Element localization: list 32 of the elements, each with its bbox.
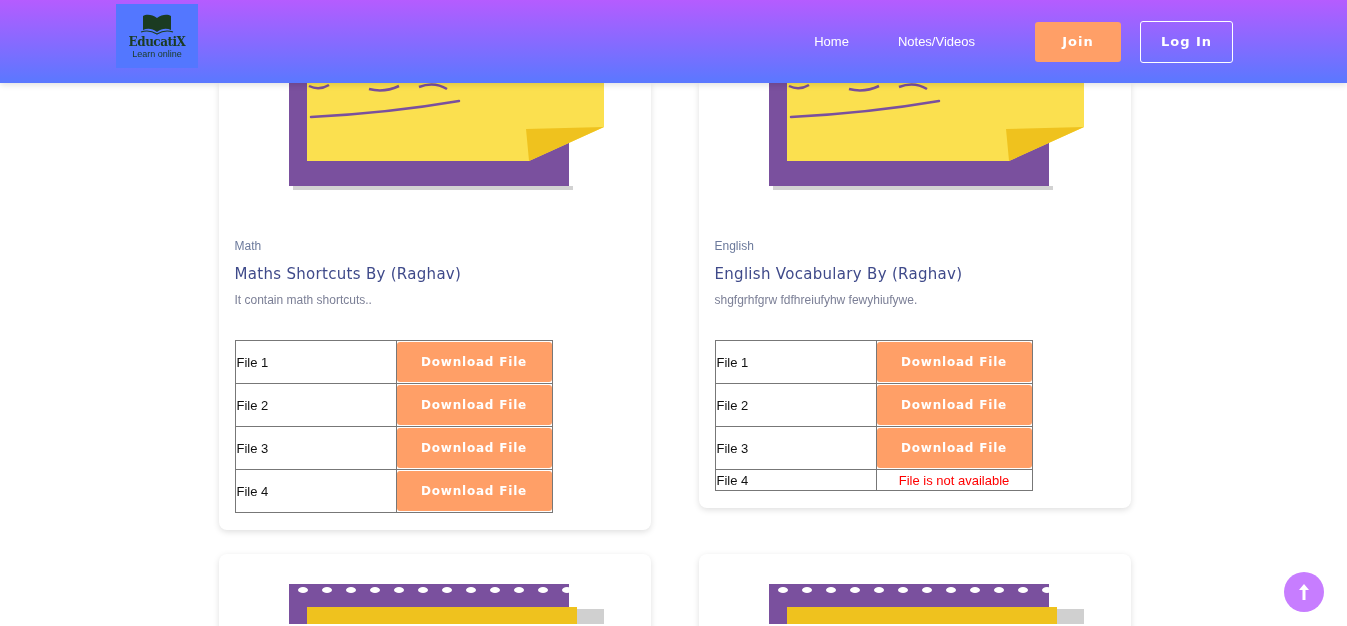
arrow-up-icon bbox=[1297, 583, 1311, 601]
scroll-to-top-button[interactable] bbox=[1284, 572, 1324, 612]
table-cell: File 4 bbox=[715, 469, 876, 491]
category-label: Math bbox=[234, 238, 263, 255]
join-button[interactable]: Join bbox=[1035, 21, 1121, 62]
card-title: Maths Shortcuts By (Raghav) bbox=[234, 264, 463, 285]
nav-link[interactable]: Notes/Videos bbox=[897, 34, 975, 49]
table-cell: File 3 bbox=[715, 426, 876, 470]
table-cell: File 1 bbox=[715, 340, 876, 384]
logo-tagline: Learn online bbox=[132, 48, 182, 60]
nav-link[interactable]: Home bbox=[814, 34, 849, 49]
table-cell: File 2 bbox=[715, 383, 876, 427]
download-button[interactable]: Download File bbox=[396, 342, 552, 382]
table-cell: File 4 bbox=[235, 469, 396, 513]
download-button[interactable]: Download File bbox=[876, 342, 1032, 382]
category-label: English bbox=[714, 238, 755, 255]
card-description: It contain math shortcuts.. bbox=[234, 292, 373, 309]
unavailable-message: File is not available bbox=[898, 472, 1010, 488]
login-button[interactable]: Log In bbox=[1140, 20, 1233, 63]
logo-name: EducatiX bbox=[128, 34, 186, 49]
table-cell: File 1 bbox=[235, 340, 396, 384]
card-description: shgfgrhfgrw fdfhreiufyhw fewyhiufywe. bbox=[714, 292, 919, 309]
download-button[interactable]: Download File bbox=[396, 471, 552, 511]
table-cell: File 2 bbox=[235, 383, 396, 427]
card-title: English Vocabulary By (Raghav) bbox=[714, 264, 964, 285]
download-button[interactable]: Download File bbox=[876, 385, 1032, 425]
table-cell: File 3 bbox=[235, 426, 396, 470]
download-button[interactable]: Download File bbox=[876, 428, 1032, 468]
book-icon bbox=[140, 12, 174, 35]
logo[interactable]: EducatiX Learn online bbox=[116, 4, 198, 68]
download-button[interactable]: Download File bbox=[396, 385, 552, 425]
download-button[interactable]: Download File bbox=[396, 428, 552, 468]
